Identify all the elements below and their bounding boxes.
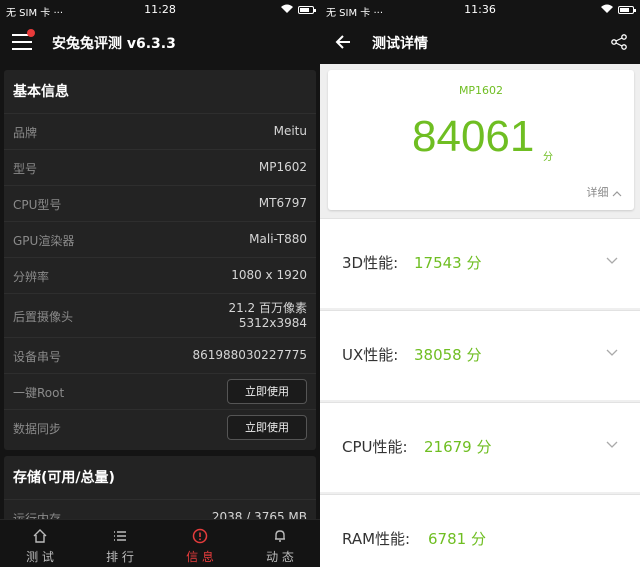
sync-use-button[interactable]: 立即使用 [227,415,307,440]
device-model: MP1602 [458,84,504,97]
row-label: 设备串号 [13,350,62,364]
status-time: 11:28 [144,3,176,16]
subscore-value: 21679 分 [424,438,492,456]
subscore-value: 38058 分 [414,346,482,364]
basic-info-title: 基本信息 [4,70,316,114]
share-icon[interactable] [610,33,628,51]
status-bar: 无 SIM 卡 ··· 11:28 [0,0,320,20]
subscore-label: UX性能: [342,346,399,364]
subscore-3d[interactable]: 3D性能: 17543 分 [320,218,640,308]
back-arrow-icon[interactable] [334,33,352,51]
score-unit: 分 [543,152,553,163]
camera-resolution: 5312x3984 [238,316,307,330]
notification-dot [27,29,35,37]
subscore-label: CPU性能: [342,438,408,456]
battery-icon [298,6,316,14]
row-label: 数据同步 [13,422,62,436]
storage-title: 存储(可用/总量) [4,456,316,500]
row-label: 品牌 [13,126,38,140]
subscore-cpu[interactable]: CPU性能: 21679 分 [320,402,640,492]
storage-card: 存储(可用/总量) 运行内存 2038 / 3765 MB [4,456,316,522]
info-row-imei: 设备串号 861988030227775 [4,338,316,374]
row-value: Meitu [273,124,307,138]
info-row-model: 型号 MP1602 [4,150,316,186]
tab-news[interactable]: 动 态 [240,520,320,567]
info-row-brand: 品牌 Meitu [4,114,316,150]
info-row-gpu: GPU渲染器 Mali-T880 [4,222,316,258]
chevron-down-icon [606,441,618,448]
info-screen: 无 SIM 卡 ··· 11:28 安兔兔评测 v6.3.3 基本信息 品牌 M… [0,0,320,567]
detail-toggle[interactable]: 详细 [587,184,623,200]
bottom-tab-bar: 测 试 排 行 信 息 动 态 [0,519,320,567]
row-label: 后置摄像头 [13,310,74,324]
row-label: 分辨率 [13,270,50,284]
bell-icon [275,530,285,542]
tab-label: 测 试 [26,550,54,564]
info-row-sync: 数据同步 立即使用 [4,410,316,446]
row-value: 861988030227775 [192,348,307,362]
info-icon [192,528,208,544]
subscore-value: 6781 分 [428,530,486,548]
tab-label: 动 态 [266,550,294,564]
tab-info[interactable]: 信 息 [160,520,240,567]
subscore-value: 17543 分 [414,254,482,272]
subscore-ram[interactable]: RAM性能: 6781 分 [320,494,640,567]
test-detail-screen: 无 SIM 卡 ··· 11:36 测试详情 MP1602 84061 分 详细… [320,0,640,567]
row-label: 型号 [13,162,38,176]
chevron-down-icon [606,257,618,264]
detail-label: 详细 [586,186,609,199]
info-row-root: 一键Root 立即使用 [4,374,316,410]
tab-ranking[interactable]: 排 行 [80,520,160,567]
row-value: Mali-T880 [249,232,307,246]
subscore-label: RAM性能: [342,530,411,548]
subscore-ux[interactable]: UX性能: 38058 分 [320,310,640,400]
camera-megapixels: 21.2 百万像素 [228,301,307,315]
tab-label: 排 行 [106,550,134,564]
row-label: 一键Root [13,386,65,400]
battery-icon [618,6,636,14]
home-icon [33,529,47,543]
row-value: MT6797 [258,196,307,210]
list-icon [114,531,126,541]
row-label: GPU渲染器 [13,234,75,248]
subscore-label: 3D性能: [342,254,399,272]
row-value: 1080 x 1920 [231,268,307,282]
total-score-card: MP1602 84061 分 详细 [328,70,634,210]
basic-info-card: 基本信息 品牌 Meitu 型号 MP1602 CPU型号 MT6797 GPU… [4,70,316,450]
detail-header: 测试详情 [320,20,640,64]
wifi-icon [280,4,294,17]
tab-label: 信 息 [186,550,214,564]
info-row-cpu: CPU型号 MT6797 [4,186,316,222]
row-value: MP1602 [258,160,307,174]
status-bar: 无 SIM 卡 ··· 11:36 [320,0,640,20]
app-title: 安兔兔评测 v6.3.3 [52,36,176,52]
row-value: 21.2 百万像素 5312x3984 [228,301,307,331]
info-row-resolution: 分辨率 1080 x 1920 [4,258,316,294]
info-row-rear-camera: 后置摄像头 21.2 百万像素 5312x3984 [4,294,316,338]
app-header: 安兔兔评测 v6.3.3 [0,20,320,64]
chevron-up-icon [612,190,622,196]
status-time: 11:36 [464,3,496,16]
row-label: CPU型号 [13,198,62,212]
wifi-icon [600,4,614,17]
chevron-down-icon [606,349,618,356]
root-use-button[interactable]: 立即使用 [227,379,307,404]
detail-title: 测试详情 [372,36,428,52]
tab-test[interactable]: 测 试 [0,520,80,567]
total-score: 84061 [412,112,535,161]
